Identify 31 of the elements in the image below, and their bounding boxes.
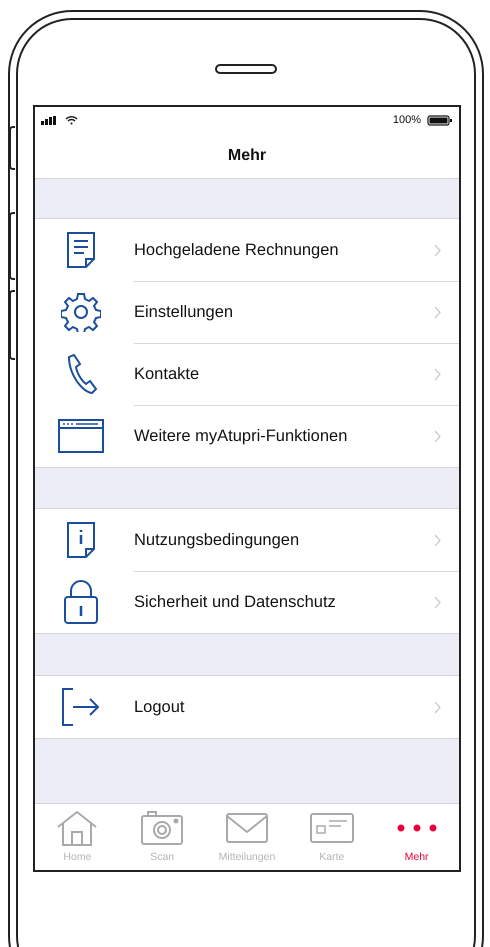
chevron-icon bbox=[434, 368, 441, 380]
document-icon bbox=[66, 231, 96, 269]
menu-item-label[interactable]: Kontakte bbox=[134, 364, 434, 384]
chevron-icon bbox=[434, 306, 441, 318]
speaker-slot bbox=[215, 64, 277, 74]
wifi-icon bbox=[65, 115, 78, 125]
settings-icon bbox=[60, 292, 100, 332]
card-icon bbox=[308, 812, 355, 844]
menu-item-label[interactable]: Nutzungsbedingungen bbox=[134, 530, 434, 550]
home-icon bbox=[56, 810, 98, 846]
logout-icon bbox=[60, 688, 100, 726]
chevron-icon bbox=[434, 244, 441, 256]
menu-item-label[interactable]: Sicherheit und Datenschutz bbox=[134, 592, 434, 612]
menu-item-label[interactable]: Einstellungen bbox=[134, 302, 434, 322]
chevron-icon bbox=[434, 430, 441, 442]
battery-percentage: 100% bbox=[392, 114, 421, 126]
more-icon bbox=[396, 823, 438, 833]
menu-item-label[interactable]: Hochgeladene Rechnungen bbox=[134, 240, 434, 260]
menu-item-label[interactable]: Weitere myAtupri-Funktionen bbox=[134, 426, 434, 446]
battery-icon bbox=[427, 114, 453, 126]
chevron-icon bbox=[434, 596, 441, 608]
tab-button[interactable]: Mehr bbox=[374, 804, 459, 870]
chevron-icon bbox=[434, 700, 441, 714]
chevron-icon bbox=[434, 534, 441, 546]
browser-window-icon bbox=[58, 419, 104, 453]
signal-icon bbox=[41, 116, 59, 124]
screen-title: Mehr bbox=[228, 146, 266, 164]
lock-icon bbox=[62, 579, 98, 625]
envelope-icon bbox=[224, 812, 269, 844]
camera-icon bbox=[140, 810, 184, 846]
info-document-icon bbox=[66, 521, 96, 559]
